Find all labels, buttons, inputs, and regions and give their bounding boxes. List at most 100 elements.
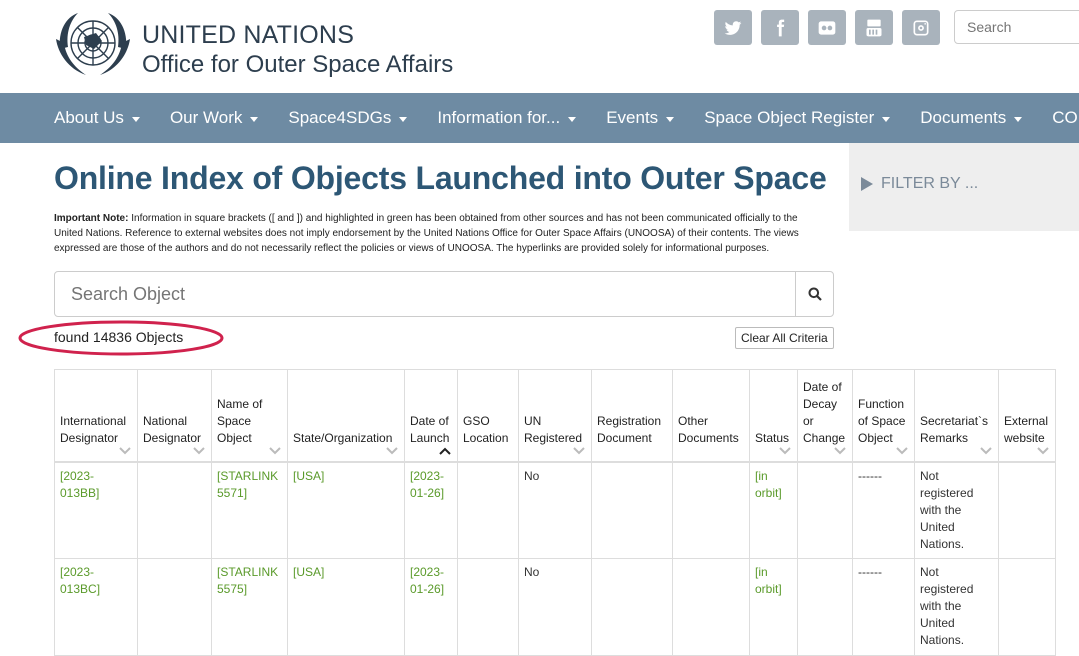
cell-registration-document — [591, 461, 673, 559]
cell-function: ------ — [852, 461, 915, 559]
chevron-down-icon — [834, 446, 846, 454]
column-header[interactable]: Registration Document — [591, 369, 673, 463]
nav-space-object-register[interactable]: Space Object Register — [689, 108, 905, 128]
results-count-text: found 14836 Objects — [54, 329, 184, 345]
caret-down-icon — [568, 116, 577, 122]
note-label: Important Note: — [54, 213, 129, 224]
table-row: [2023-013BC] [STARLINK 5575] [USA] [2023… — [54, 558, 1056, 656]
search-button[interactable] — [795, 272, 833, 316]
cell-object-name[interactable]: [STARLINK 5575] — [211, 558, 288, 656]
object-search-input[interactable] — [55, 272, 795, 316]
nav-about-us[interactable]: About Us — [0, 108, 155, 128]
search-icon — [808, 287, 822, 301]
main-nav: About Us Our Work Space4SDGs Information… — [0, 93, 1079, 143]
youtube-icon[interactable] — [855, 10, 893, 45]
cell-object-name[interactable]: [STARLINK 5571] — [211, 461, 288, 559]
caret-down-icon — [882, 116, 891, 122]
flickr-icon[interactable] — [808, 10, 846, 45]
results-count: found 14836 Objects — [18, 320, 224, 356]
cell-state: [USA] — [287, 558, 405, 656]
cell-status: [in orbit] — [749, 461, 798, 559]
filter-sidebar: FILTER BY ... — [849, 143, 1079, 231]
nav-copuos[interactable]: COPUOS 2023 — [1037, 108, 1079, 128]
cell-state: [USA] — [287, 461, 405, 559]
page-title: Online Index of Objects Launched into Ou… — [54, 160, 827, 196]
nav-label: About Us — [54, 108, 124, 127]
cell-un-registered: No — [518, 558, 592, 656]
column-header[interactable]: Date of Decay or Change — [797, 369, 853, 463]
column-header[interactable]: State/Organization — [287, 369, 405, 463]
facebook-icon[interactable] — [761, 10, 799, 45]
chevron-down-icon — [119, 446, 131, 454]
cell-launch-date: [2023-01-26] — [404, 558, 458, 656]
org-name-line2: Office for Outer Space Affairs — [142, 51, 454, 78]
cell-external-website — [998, 461, 1056, 559]
chevron-down-icon — [1037, 446, 1049, 454]
caret-down-icon — [666, 116, 675, 122]
chevron-down-icon — [573, 446, 585, 454]
social-links — [714, 10, 940, 45]
cell-launch-date: [2023-01-26] — [404, 461, 458, 559]
cell-other-documents — [672, 558, 750, 656]
nav-events[interactable]: Events — [591, 108, 689, 128]
site-header: UNITED NATIONS Office for Outer Space Af… — [0, 0, 1079, 93]
cell-gso-location — [457, 558, 519, 656]
un-emblem-icon[interactable] — [52, 9, 134, 81]
cell-international-designator[interactable]: [2023-013BB] — [54, 461, 138, 559]
column-header[interactable]: Name of Space Object — [211, 369, 288, 463]
object-search — [54, 271, 834, 317]
clear-all-criteria-button[interactable]: Clear All Criteria — [735, 327, 834, 349]
column-header[interactable]: External website — [998, 369, 1056, 463]
cell-other-documents — [672, 461, 750, 559]
caret-down-icon — [399, 116, 408, 122]
column-header[interactable]: Function of Space Object — [852, 369, 915, 463]
nav-space4sdgs[interactable]: Space4SDGs — [273, 108, 422, 128]
column-header[interactable]: Status — [749, 369, 798, 463]
caret-down-icon — [250, 116, 259, 122]
column-header[interactable]: UN Registered — [518, 369, 592, 463]
column-header[interactable]: GSO Location — [457, 369, 519, 463]
chevron-down-icon — [896, 446, 908, 454]
nav-our-work[interactable]: Our Work — [155, 108, 273, 128]
twitter-icon[interactable] — [714, 10, 752, 45]
caret-down-icon — [1014, 116, 1023, 122]
cell-external-website — [998, 558, 1056, 656]
cell-decay-date — [797, 461, 853, 559]
important-note: Important Note: Information in square br… — [54, 211, 829, 256]
column-header[interactable]: Other Documents — [672, 369, 750, 463]
filter-label: FILTER BY ... — [881, 175, 979, 192]
chevron-down-icon — [386, 446, 398, 454]
column-header[interactable]: International Designator — [54, 369, 138, 463]
column-header[interactable]: Date of Launch — [404, 369, 458, 463]
cell-remarks: Not registered with the United Nations. — [914, 461, 999, 559]
column-header[interactable]: National Designator — [137, 369, 212, 463]
column-header[interactable]: Secretariat`s Remarks — [914, 369, 999, 463]
cell-national-designator — [137, 558, 212, 656]
filter-toggle[interactable]: FILTER BY ... — [861, 175, 978, 193]
cell-un-registered: No — [518, 461, 592, 559]
nav-label: Space4SDGs — [288, 108, 392, 127]
nav-label: Information for... — [437, 108, 561, 127]
chevron-up-icon — [439, 447, 451, 455]
chevron-down-icon — [779, 446, 791, 454]
cell-gso-location — [457, 461, 519, 559]
cell-decay-date — [797, 558, 853, 656]
objects-table: International Designator National Design… — [54, 369, 1056, 656]
nav-label: Our Work — [169, 108, 243, 127]
nav-label: Documents — [920, 108, 1007, 127]
cell-registration-document — [591, 558, 673, 656]
triangle-right-icon — [861, 177, 873, 191]
cell-national-designator — [137, 461, 212, 559]
nav-label: Space Object Register — [704, 108, 875, 127]
site-search-input[interactable] — [954, 10, 1079, 44]
nav-information-for[interactable]: Information for... — [422, 108, 591, 128]
org-name-line1: UNITED NATIONS — [142, 21, 355, 49]
nav-documents[interactable]: Documents — [905, 108, 1037, 128]
chevron-down-icon — [269, 446, 281, 454]
caret-down-icon — [131, 116, 140, 122]
cell-status: [in orbit] — [749, 558, 798, 656]
org-name[interactable]: UNITED NATIONS Office for Outer Space Af… — [142, 20, 453, 80]
table-row: [2023-013BB] [STARLINK 5571] [USA] [2023… — [54, 461, 1056, 559]
cell-international-designator[interactable]: [2023-013BC] — [54, 558, 138, 656]
instagram-icon[interactable] — [902, 10, 940, 45]
